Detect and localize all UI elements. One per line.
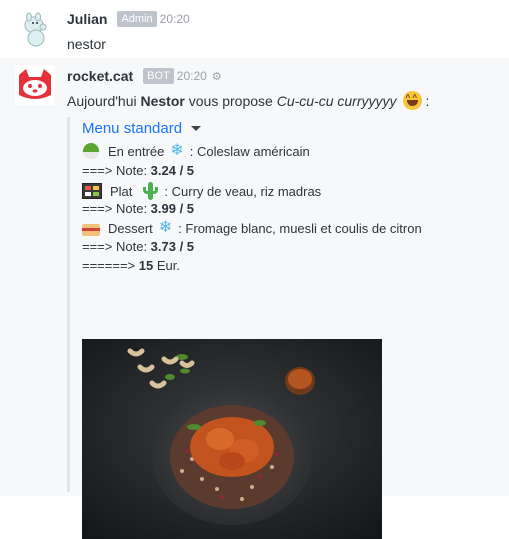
dessert-line: Dessert ❄ : Fromage blanc, muesli et cou… bbox=[82, 220, 422, 236]
snowflake-icon: ❄ bbox=[170, 142, 184, 159]
price-value: 15 bbox=[138, 258, 154, 273]
rocket-cat-avatar[interactable] bbox=[15, 65, 55, 105]
text-italic: Cu-cu-cu curryyyyy bbox=[276, 92, 397, 109]
price-line: ======> 15 Eur. bbox=[82, 258, 180, 273]
cake-icon bbox=[82, 224, 100, 236]
timestamp: 20:20 bbox=[176, 69, 207, 83]
price-prefix: ======> bbox=[82, 258, 139, 273]
chevron-down-icon[interactable] bbox=[191, 126, 202, 131]
attachment-title-text[interactable]: Menu standard bbox=[82, 120, 182, 137]
username[interactable]: Julian bbox=[67, 11, 107, 27]
entree-dish: : Coleslaw américain bbox=[189, 143, 310, 159]
text-suffix: : bbox=[425, 92, 430, 109]
plat-label: Plat bbox=[110, 183, 133, 199]
cactus-icon bbox=[142, 182, 159, 200]
message-text: Aujourd'hui Nestor vous propose Cu-cu-cu… bbox=[67, 91, 429, 110]
bot-badge: BOT bbox=[143, 68, 174, 84]
dessert-note: 3.73 / 5 bbox=[150, 239, 195, 254]
laughing-emoji-icon bbox=[402, 91, 422, 110]
plat-note-line: ===> Note: 3.99 / 5 bbox=[82, 201, 194, 216]
dessert-label: Dessert bbox=[108, 220, 153, 236]
message-header: rocket.cat BOT 20:20 ⚙ bbox=[67, 67, 222, 85]
snowflake-icon: ❄ bbox=[158, 219, 173, 236]
text-prefix: Aujourd'hui bbox=[67, 92, 141, 109]
timestamp: 20:20 bbox=[159, 12, 190, 26]
note-prefix: ===> Note: bbox=[82, 239, 151, 254]
menu-attachment: Menu standard En entrée ❄ : Coleslaw amé… bbox=[67, 117, 509, 539]
text-bold: Nestor bbox=[140, 92, 185, 109]
plat-line: Plat : Curry de veau, riz madras bbox=[82, 182, 321, 200]
dessert-note-line: ===> Note: 3.73 / 5 bbox=[82, 239, 194, 254]
message-text: nestor bbox=[67, 36, 106, 52]
plat-dish: : Curry de veau, riz madras bbox=[164, 183, 322, 199]
julian-avatar[interactable] bbox=[15, 8, 55, 48]
bento-icon bbox=[82, 183, 102, 199]
entree-note-line: ===> Note: 3.24 / 5 bbox=[82, 163, 194, 178]
message-header: Julian Admin 20:20 bbox=[67, 10, 190, 28]
dessert-dish: : Fromage blanc, muesli et coulis de cit… bbox=[178, 220, 422, 236]
salad-icon bbox=[82, 142, 100, 159]
entree-line: En entrée ❄ : Coleslaw américain bbox=[82, 142, 310, 159]
role-badge: Admin bbox=[117, 11, 157, 27]
curry-plate-image bbox=[82, 339, 382, 539]
price-suffix: Eur. bbox=[153, 258, 180, 273]
entree-label: En entrée bbox=[108, 143, 165, 159]
plat-note: 3.99 / 5 bbox=[150, 201, 195, 216]
text-mid: vous propose bbox=[184, 92, 277, 109]
dish-photo[interactable] bbox=[82, 339, 382, 539]
note-prefix: ===> Note: bbox=[82, 201, 151, 216]
note-prefix: ===> Note: bbox=[82, 163, 151, 178]
message-rocket-cat: rocket.cat BOT 20:20 ⚙ Aujourd'hui Nesto… bbox=[0, 58, 509, 539]
attachment-title[interactable]: Menu standard bbox=[82, 120, 202, 137]
entree-note: 3.24 / 5 bbox=[150, 163, 195, 178]
settings-gear-icon[interactable]: ⚙ bbox=[212, 70, 222, 83]
message-julian: Julian Admin 20:20 nestor bbox=[0, 0, 509, 58]
username[interactable]: rocket.cat bbox=[67, 68, 133, 84]
